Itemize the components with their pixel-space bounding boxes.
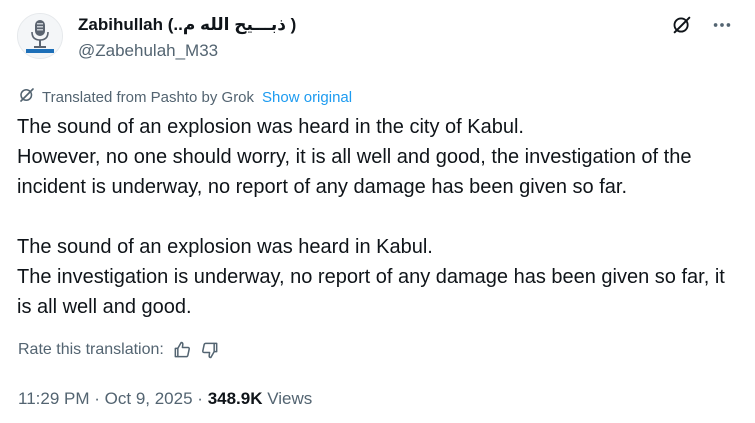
author-name[interactable]: Zabihullah (..ذبـــيح الله م ) xyxy=(78,13,296,37)
tweet-line: The investigation is underway, no report… xyxy=(17,266,725,318)
meta-separator: · xyxy=(94,389,100,408)
rate-label: Rate this translation: xyxy=(18,341,164,358)
views-count: 348.9K xyxy=(207,389,263,408)
tweet-line: The sound of an explosion was heard in t… xyxy=(17,116,524,138)
views-label: Views xyxy=(267,389,313,408)
show-original-link[interactable]: Show original xyxy=(262,88,352,108)
meta-separator: · xyxy=(197,389,203,408)
rate-translation: Rate this translation: xyxy=(18,339,220,361)
thumbs-up-icon[interactable] xyxy=(172,340,192,360)
tweet-meta: 11:29 PM · Oct 9, 2025 · 348.9K Views xyxy=(18,386,312,412)
tweet-time[interactable]: 11:29 PM xyxy=(18,389,90,408)
translation-notice: Translated from Pashto by Grok Show orig… xyxy=(18,86,352,110)
thumbs-down-icon[interactable] xyxy=(200,340,220,360)
more-icon[interactable] xyxy=(711,14,733,36)
grok-translate-icon xyxy=(18,86,36,110)
tweet-line: The sound of an explosion was heard in K… xyxy=(17,236,433,258)
tweet-actions xyxy=(671,14,733,36)
grok-icon[interactable] xyxy=(671,14,693,36)
tweet-date[interactable]: Oct 9, 2025 xyxy=(105,389,193,408)
author-handle[interactable]: @Zabehulah_M33 xyxy=(78,40,218,62)
translation-label: Translated from Pashto by Grok xyxy=(42,89,255,106)
avatar-image xyxy=(18,14,62,58)
tweet-line: However, no one should worry, it is all … xyxy=(17,146,692,198)
tweet-text: The sound of an explosion was heard in t… xyxy=(17,112,737,322)
avatar[interactable] xyxy=(17,13,63,59)
